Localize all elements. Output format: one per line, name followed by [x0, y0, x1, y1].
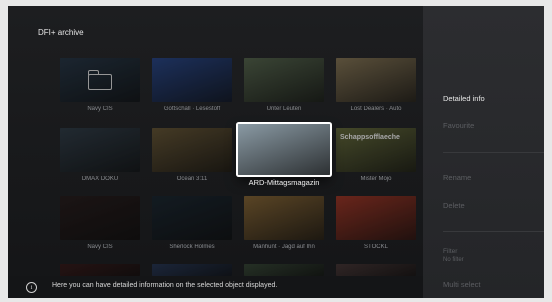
menu-item-filter-value: No filter — [443, 257, 464, 263]
recording-title: Sherlock Holmes — [169, 244, 215, 250]
recording-thumbnail[interactable] — [60, 264, 140, 276]
recording-thumbnail[interactable] — [336, 264, 416, 276]
thumbnail-dim-overlay — [244, 58, 324, 102]
menu-divider — [443, 152, 544, 153]
thumbnail-dim-overlay — [152, 196, 232, 240]
thumbnail-dim-overlay — [152, 128, 232, 172]
menu-item-multi-select[interactable]: Multi select — [443, 280, 481, 289]
recording-thumbnail[interactable] — [60, 58, 140, 102]
recording-thumbnail[interactable] — [336, 196, 416, 240]
thumbnail-dim-overlay — [336, 196, 416, 240]
recording-title: Mister Mojo — [360, 176, 392, 182]
thumbnail-image — [238, 124, 330, 175]
options-menu: Detailed info Favourite Rename Delete Fi… — [423, 6, 544, 298]
recording-thumbnail[interactable] — [244, 58, 324, 102]
thumbnail-dim-overlay — [60, 264, 140, 276]
recording-title: Gottschall · Lesestoff — [163, 106, 221, 112]
recordings-grid: Navy CIS Gottschall · Lesestoff Unter Leut… — [46, 56, 421, 276]
menu-item-delete[interactable]: Delete — [443, 201, 465, 210]
menu-divider — [443, 231, 544, 232]
thumbnail-dim-overlay — [244, 196, 324, 240]
recording-thumbnail[interactable] — [244, 264, 324, 276]
thumbnail-dim-overlay — [336, 58, 416, 102]
recording-thumbnail[interactable] — [152, 264, 232, 276]
recording-thumbnail[interactable] — [60, 128, 140, 172]
menu-item-detailed-info[interactable]: Detailed info — [443, 94, 485, 103]
thumbnail-dim-overlay — [60, 58, 140, 102]
info-bar: i Here you can have detailed information… — [8, 276, 423, 298]
recording-title: DMAX DOKU — [81, 176, 119, 182]
thumbnail-dim-overlay — [336, 264, 416, 276]
recording-title: STOCKL — [364, 244, 388, 250]
recording-title: Manhunt · Jagd auf Ihn — [253, 244, 315, 250]
recording-thumbnail[interactable] — [152, 58, 232, 102]
tv-screen: DFI+ archive Navy CIS Gottschall · Lesest… — [8, 6, 544, 298]
recording-thumbnail[interactable] — [336, 58, 416, 102]
recording-thumbnail[interactable] — [238, 124, 330, 175]
info-text: Here you can have detailed information o… — [52, 282, 278, 289]
thumbnail-dim-overlay — [152, 264, 232, 276]
info-icon: i — [26, 282, 37, 293]
recording-title: Navy CIS — [87, 106, 113, 112]
menu-item-rename[interactable]: Rename — [443, 173, 471, 182]
thumbnail-dim-overlay — [60, 128, 140, 172]
thumbnail-dim-overlay — [336, 128, 416, 172]
recording-title: Lost Dealers · Auto — [350, 106, 402, 112]
recording-title: Navy CIS — [87, 244, 113, 250]
menu-item-favourite[interactable]: Favourite — [443, 121, 474, 130]
recording-title: Ocean 3:11 — [176, 176, 208, 182]
thumbnail-dim-overlay — [152, 58, 232, 102]
recording-thumbnail[interactable]: Schappsofflaeche — [336, 128, 416, 172]
recording-thumbnail[interactable] — [152, 196, 232, 240]
recording-thumbnail[interactable] — [60, 196, 140, 240]
thumbnail-dim-overlay — [60, 196, 140, 240]
recording-thumbnail[interactable] — [244, 196, 324, 240]
recording-title: Unter Leuten — [266, 106, 302, 112]
thumbnail-dim-overlay — [244, 264, 324, 276]
menu-item-filter[interactable]: Filter — [443, 248, 457, 255]
recording-thumbnail[interactable] — [152, 128, 232, 172]
app-title: DFI+ archive — [38, 28, 84, 37]
recording-title: ARD-Mittagsmagazin — [248, 178, 320, 187]
